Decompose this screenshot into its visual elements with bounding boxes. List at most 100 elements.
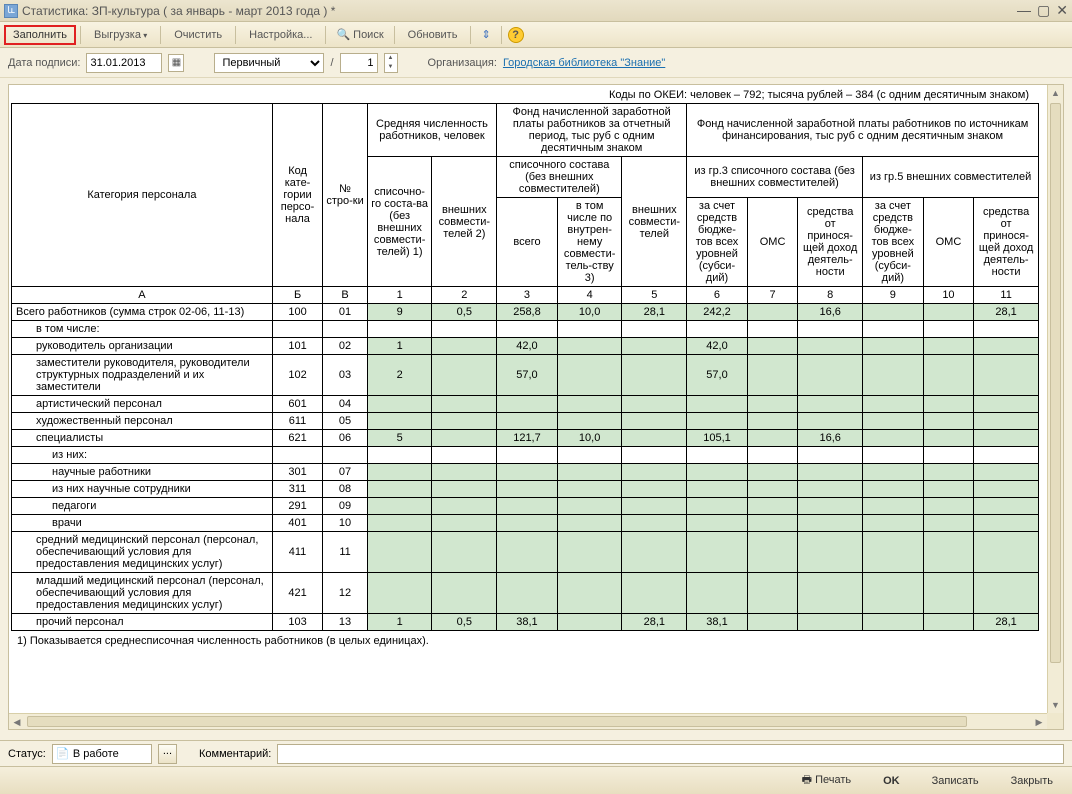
cell[interactable] [974,447,1039,464]
cell[interactable] [798,396,863,413]
cell[interactable]: 121,7 [497,430,558,447]
cell[interactable] [798,498,863,515]
cell[interactable]: 2 [367,355,432,396]
cell[interactable] [687,532,748,573]
cell[interactable] [863,321,924,338]
cell[interactable]: 57,0 [497,355,558,396]
cell[interactable] [863,355,924,396]
cell[interactable] [497,481,558,498]
table-row[interactable]: из них научные сотрудники31108 [12,481,1039,498]
cell[interactable] [798,573,863,614]
cell[interactable] [497,413,558,430]
cell[interactable] [432,464,497,481]
cell[interactable] [863,614,924,631]
cell[interactable] [367,515,432,532]
cell[interactable] [923,481,974,498]
cell[interactable] [432,447,497,464]
cell[interactable] [367,464,432,481]
settings-button[interactable]: Настройка... [240,25,321,45]
cell[interactable] [497,498,558,515]
table-row[interactable]: художественный персонал61105 [12,413,1039,430]
table-row[interactable]: артистический персонал60104 [12,396,1039,413]
table-row[interactable]: младший медицинский персонал (персонал, … [12,573,1039,614]
calendar-icon[interactable]: ▦ [168,54,184,72]
cell[interactable] [432,498,497,515]
cell[interactable] [622,321,687,338]
cell[interactable]: 57,0 [687,355,748,396]
cell[interactable] [432,573,497,614]
cell[interactable]: 28,1 [622,304,687,321]
cell[interactable] [687,573,748,614]
cell[interactable] [798,447,863,464]
cell[interactable] [432,396,497,413]
cell[interactable]: 0,5 [432,304,497,321]
cell[interactable] [747,430,798,447]
cell[interactable] [557,321,622,338]
cell[interactable] [923,515,974,532]
cell[interactable]: 0,5 [432,614,497,631]
close-button[interactable]: ✕ [1056,2,1068,19]
clear-button[interactable]: Очистить [165,25,231,45]
cell[interactable] [367,321,432,338]
cell[interactable] [974,338,1039,355]
cell[interactable] [687,447,748,464]
num-spinner[interactable]: ▲▼ [384,53,398,73]
cell[interactable] [557,396,622,413]
cell[interactable]: 258,8 [497,304,558,321]
cell[interactable] [974,573,1039,614]
cell[interactable] [557,447,622,464]
cell[interactable] [974,464,1039,481]
cell[interactable] [622,515,687,532]
cell[interactable] [687,413,748,430]
cell[interactable] [557,515,622,532]
cell[interactable] [747,498,798,515]
cell[interactable]: 1 [367,614,432,631]
cell[interactable]: 42,0 [687,338,748,355]
cell[interactable] [923,321,974,338]
cell[interactable] [798,338,863,355]
cell[interactable] [687,464,748,481]
cell[interactable] [622,498,687,515]
cell[interactable] [432,481,497,498]
cell[interactable] [747,321,798,338]
cell[interactable] [747,614,798,631]
cell[interactable] [863,304,924,321]
cell[interactable] [798,355,863,396]
cell[interactable] [923,614,974,631]
cell[interactable] [687,515,748,532]
cell[interactable] [798,413,863,430]
table-row[interactable]: специалисты621065121,710,0105,116,6 [12,430,1039,447]
cell[interactable] [747,355,798,396]
cell[interactable] [863,532,924,573]
cell[interactable] [923,396,974,413]
cell[interactable] [557,573,622,614]
cell[interactable] [367,396,432,413]
cell[interactable] [687,321,748,338]
cell[interactable] [798,481,863,498]
cell[interactable] [863,430,924,447]
cell[interactable] [747,532,798,573]
cell[interactable] [747,481,798,498]
refresh-button[interactable]: Обновить [399,25,467,45]
cell[interactable] [974,498,1039,515]
cell[interactable] [497,321,558,338]
cell[interactable]: 9 [367,304,432,321]
cell[interactable] [432,532,497,573]
comment-input[interactable] [277,744,1064,764]
cell[interactable] [923,430,974,447]
cell[interactable] [974,430,1039,447]
cell[interactable] [622,481,687,498]
cell[interactable] [432,515,497,532]
help-button[interactable]: ? [508,27,524,43]
cell[interactable] [622,338,687,355]
cell[interactable] [622,532,687,573]
cell[interactable] [622,447,687,464]
cell[interactable] [557,413,622,430]
cell[interactable] [863,498,924,515]
table-row[interactable]: Всего работников (сумма строк 02-06, 11-… [12,304,1039,321]
cell[interactable] [367,498,432,515]
cell[interactable] [747,464,798,481]
cell[interactable] [863,464,924,481]
cell[interactable] [974,481,1039,498]
cell[interactable] [557,532,622,573]
